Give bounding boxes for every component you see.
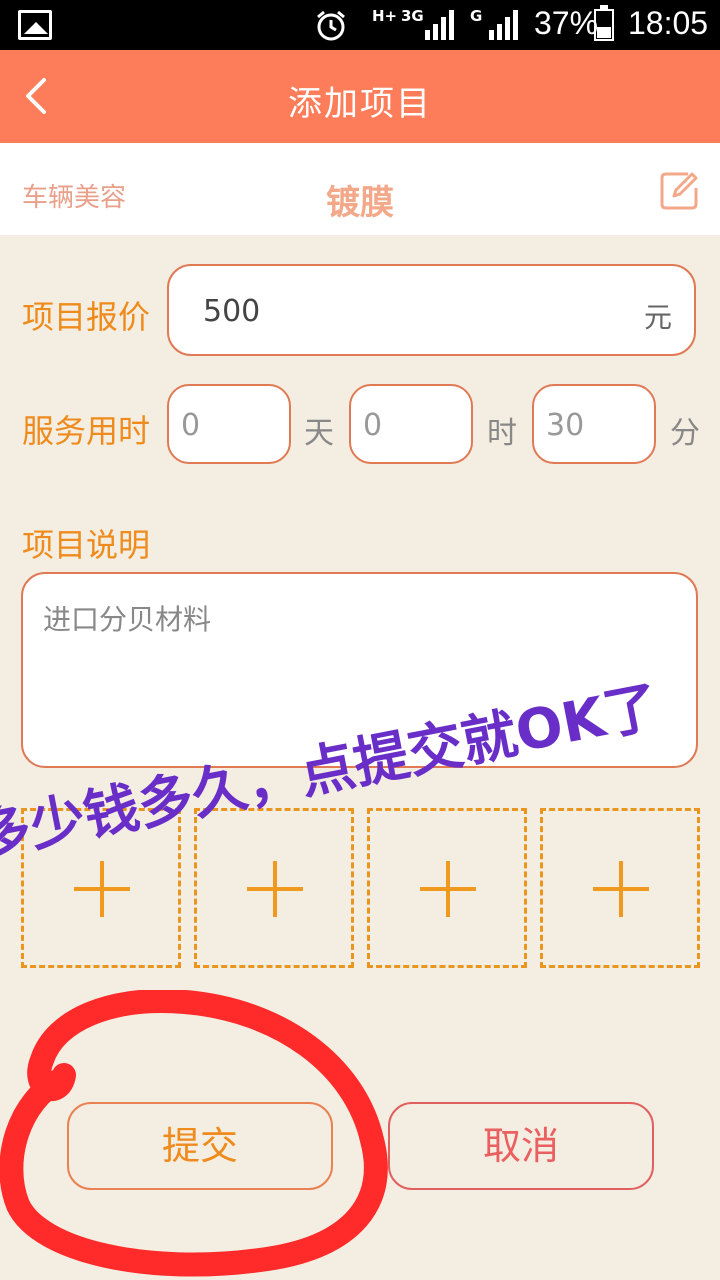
signal-icon	[489, 10, 518, 40]
price-input[interactable]: 500 元	[167, 264, 696, 356]
category-bar: 车辆美容 镀膜	[0, 143, 720, 235]
hours-value: 0	[363, 408, 383, 443]
network-g-label: G	[470, 7, 483, 25]
status-bar: H+ 3G G 37% 18:05	[0, 0, 720, 50]
price-unit: 元	[643, 301, 672, 334]
minutes-unit: 分	[670, 416, 700, 451]
minutes-value: 30	[546, 408, 585, 443]
days-value: 0	[181, 408, 201, 443]
edit-icon[interactable]	[658, 170, 700, 212]
duration-label: 服务用时	[22, 412, 151, 450]
alarm-icon	[317, 10, 345, 41]
battery-icon	[594, 5, 614, 41]
app-header: 添加项目	[0, 50, 720, 143]
price-label: 项目报价	[22, 298, 151, 336]
description-label: 项目说明	[22, 526, 151, 564]
network-type-label: H+	[372, 7, 398, 25]
project-name: 镀膜	[326, 183, 394, 223]
price-value: 500	[203, 294, 261, 329]
days-unit: 天	[304, 416, 334, 451]
description-value: 进口分贝材料	[43, 603, 212, 636]
gallery-icon	[18, 10, 52, 40]
annotation-circle	[0, 990, 388, 1277]
signal-icon	[425, 10, 454, 40]
cancel-button[interactable]: 取消	[388, 1102, 654, 1190]
days-input[interactable]: 0	[167, 384, 291, 464]
minutes-input[interactable]: 30	[532, 384, 656, 464]
page-title: 添加项目	[288, 84, 432, 124]
hours-unit: 时	[487, 416, 517, 451]
hours-input[interactable]: 0	[349, 384, 473, 464]
clock: 18:05	[628, 5, 709, 41]
network-3g-label: 3G	[401, 7, 424, 25]
battery-percent: 37%	[534, 5, 599, 41]
